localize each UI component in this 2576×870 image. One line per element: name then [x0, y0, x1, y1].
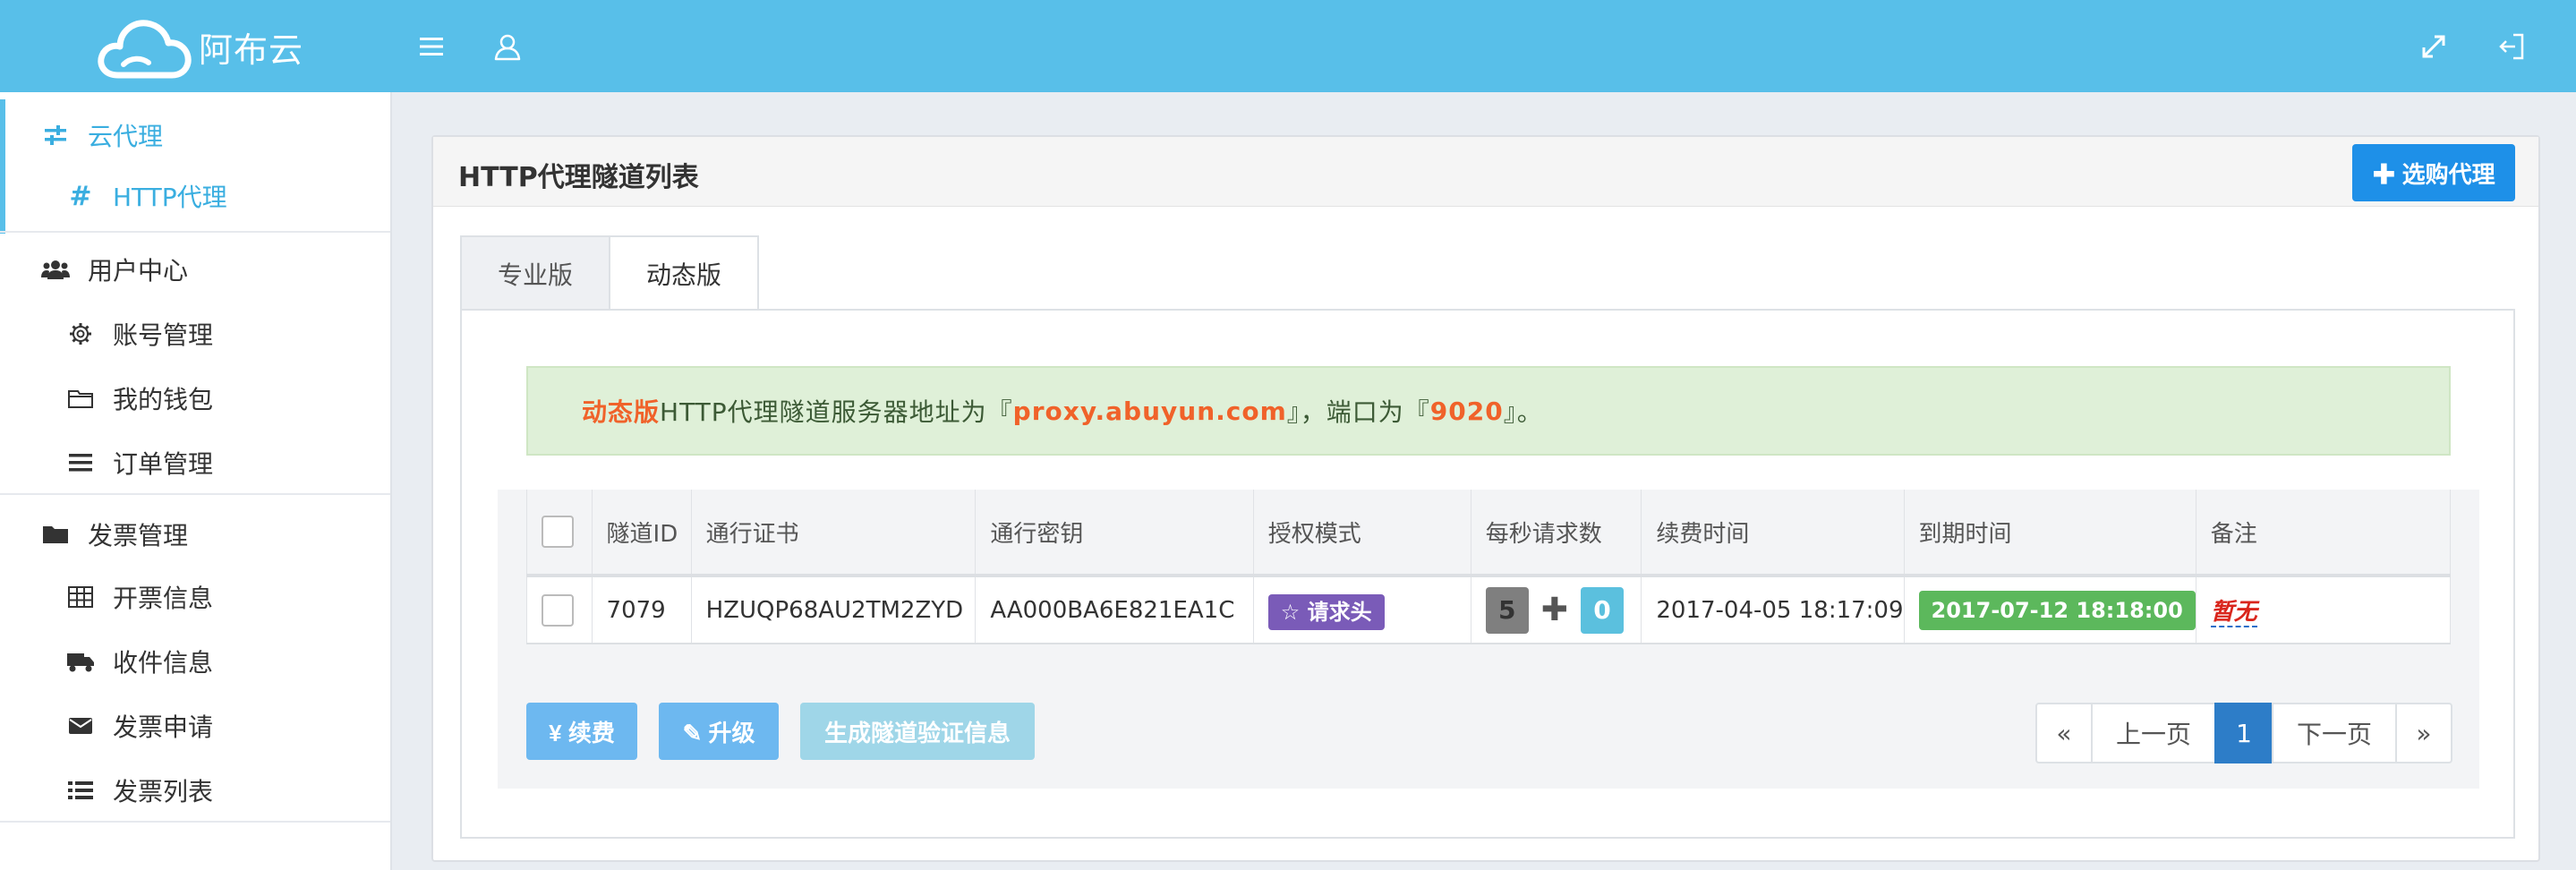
- column-header[interactable]: 每秒请求数: [1471, 490, 1642, 577]
- fullscreen-icon[interactable]: [2414, 27, 2453, 66]
- tunnel-list-panel: HTTP代理隧道列表 ✚ 选购代理 专业版 动态版 动态版 HTTP代理隧道服务器…: [431, 135, 2540, 862]
- secret-key: AA000BA6E821EA1C: [975, 576, 1254, 644]
- sidebar-item-label: 收件信息: [113, 648, 214, 678]
- pager-last[interactable]: »: [2395, 703, 2452, 763]
- pager-first[interactable]: «: [2035, 703, 2093, 763]
- sidebar-item-label: 账号管理: [113, 320, 214, 350]
- sidebar-divider: [0, 821, 390, 823]
- sidebar-divider: [0, 493, 390, 495]
- expire-time-cell: 2017-07-12 18:18:00: [1904, 576, 2196, 644]
- sidebar-item-label: 我的钱包: [113, 385, 214, 414]
- table-icon: [64, 581, 97, 613]
- expire-time-badge: 2017-07-12 18:18:00: [1918, 590, 2196, 630]
- server-notice: 动态版 HTTP代理隧道服务器地址为『 proxy.abuyun.com 』，端口为『…: [526, 366, 2451, 456]
- sidebar-item-orders[interactable]: 订单管理: [64, 445, 213, 481]
- sidebar-item-label: 发票申请: [113, 712, 214, 742]
- logout-icon[interactable]: [2492, 27, 2531, 66]
- select-all-checkbox[interactable]: [542, 516, 574, 548]
- plus-icon[interactable]: ✚: [1541, 592, 1568, 628]
- tunnel-table: 隧道ID 通行证书 通行密钥 授权模式 每秒请求数 续费时间 到期时间 备注 7…: [526, 490, 2452, 644]
- pagination: « 上一页 1 下一页 »: [2035, 703, 2452, 763]
- notice-text: 』。: [1503, 397, 1543, 427]
- tab-professional[interactable]: 专业版: [460, 235, 610, 311]
- table-header-row: 隧道ID 通行证书 通行密钥 授权模式 每秒请求数 续费时间 到期时间 备注: [526, 490, 2452, 577]
- list-ul-icon: [64, 774, 97, 806]
- sidebar-item-invoice-apply[interactable]: 发票申请: [64, 708, 213, 744]
- rps-extra-badge: 0: [1580, 586, 1624, 634]
- table-row[interactable]: 7079 HZUQP68AU2TM2ZYD AA000BA6E821EA1C ☆…: [526, 576, 2452, 644]
- remark-editable[interactable]: 暂无: [2210, 599, 2257, 627]
- auth-mode-cell: ☆ 请求头: [1253, 576, 1471, 644]
- action-bar: ¥ 续费 ✎ 升级 生成隧道验证信息 « 上一页 1 下一页 »: [498, 681, 2479, 789]
- column-header[interactable]: 通行密钥: [975, 490, 1254, 577]
- renew-button[interactable]: ¥ 续费: [526, 703, 637, 760]
- sliders-icon: [39, 119, 72, 151]
- wallet-icon: [64, 382, 97, 414]
- tab-dynamic[interactable]: 动态版: [609, 235, 759, 311]
- gear-icon: [64, 318, 97, 350]
- column-header[interactable]: 续费时间: [1641, 490, 1905, 577]
- rps-cell: 5 ✚ 0: [1471, 576, 1642, 644]
- column-header[interactable]: 授权模式: [1253, 490, 1471, 577]
- user-icon[interactable]: [488, 27, 527, 66]
- sidebar-active-indicator: [0, 99, 5, 234]
- auth-mode-badge[interactable]: ☆ 请求头: [1267, 594, 1385, 630]
- column-header[interactable]: 到期时间: [1904, 490, 2196, 577]
- rps-base-badge: 5: [1485, 586, 1529, 634]
- envelope-icon: [64, 710, 97, 742]
- sidebar-divider: [0, 231, 390, 233]
- sidebar-section-cloud-proxy[interactable]: 云代理: [39, 117, 163, 153]
- notice-text: 』，端口为『: [1286, 397, 1430, 427]
- page-title: HTTP代理隧道列表: [458, 162, 699, 193]
- top-bar: 阿布云: [0, 0, 2576, 92]
- sidebar-section-label: 云代理: [88, 122, 164, 151]
- renew-time: 2017-04-05 18:17:09: [1641, 576, 1905, 644]
- upgrade-button[interactable]: ✎ 升级: [659, 703, 779, 760]
- sidebar-item-wallet[interactable]: 我的钱包: [64, 380, 213, 416]
- pager-current[interactable]: 1: [2214, 703, 2273, 763]
- sidebar: 云代理 # HTTP代理 用户中心 账号管理 我的钱包 订单管理 发票管理 开票…: [0, 92, 392, 870]
- pager-next[interactable]: 下一页: [2272, 703, 2397, 763]
- panel-header: HTTP代理隧道列表 ✚ 选购代理: [433, 137, 2538, 207]
- sidebar-item-label: HTTP代理: [113, 183, 227, 212]
- sidebar-item-label: 发票列表: [113, 777, 214, 806]
- list-icon: [64, 447, 97, 479]
- sidebar-item-account[interactable]: 账号管理: [64, 316, 213, 352]
- tunnel-id: 7079: [592, 576, 692, 644]
- notice-edition: 动态版: [582, 397, 661, 427]
- pager-prev[interactable]: 上一页: [2091, 703, 2216, 763]
- sidebar-item-billing-info[interactable]: 开票信息: [64, 579, 213, 615]
- sidebar-item-http-proxy[interactable]: # HTTP代理: [64, 178, 227, 214]
- sidebar-section-invoice[interactable]: 发票管理: [39, 516, 188, 552]
- menu-icon[interactable]: [412, 27, 451, 66]
- hash-icon: #: [69, 180, 92, 212]
- notice-host: proxy.abuyun.com: [1012, 396, 1287, 426]
- license-key: HZUQP68AU2TM2ZYD: [691, 576, 977, 644]
- column-header[interactable]: 隧道ID: [592, 490, 692, 577]
- truck-icon: [64, 645, 97, 678]
- folder-icon: [39, 518, 72, 550]
- tab-content: 动态版 HTTP代理隧道服务器地址为『 proxy.abuyun.com 』，端口为『…: [460, 309, 2515, 839]
- sidebar-section-label: 发票管理: [88, 521, 189, 550]
- sidebar-item-label: 订单管理: [113, 449, 214, 479]
- remark-cell: 暂无: [2196, 576, 2452, 644]
- sidebar-item-label: 开票信息: [113, 584, 214, 613]
- users-icon: [39, 253, 72, 286]
- sidebar-section-user-center[interactable]: 用户中心: [39, 252, 188, 287]
- sidebar-item-invoice-list[interactable]: 发票列表: [64, 772, 213, 808]
- column-header[interactable]: 备注: [2196, 490, 2452, 577]
- brand-name: 阿布云: [199, 30, 304, 70]
- select-all-cell: [526, 490, 593, 577]
- cloud-logo-icon: [98, 20, 192, 79]
- sidebar-item-shipping-info[interactable]: 收件信息: [64, 644, 213, 679]
- notice-text: HTTP代理隧道服务器地址为『: [660, 397, 1013, 427]
- sidebar-section-label: 用户中心: [88, 256, 189, 286]
- brand-logo[interactable]: 阿布云: [97, 13, 392, 81]
- notice-port: 9020: [1429, 396, 1504, 426]
- row-select-cell: [526, 576, 593, 644]
- column-header[interactable]: 通行证书: [691, 490, 977, 577]
- row-checkbox[interactable]: [542, 593, 574, 627]
- generate-auth-button[interactable]: 生成隧道验证信息: [800, 703, 1035, 760]
- buy-proxy-button[interactable]: ✚ 选购代理: [2352, 144, 2515, 201]
